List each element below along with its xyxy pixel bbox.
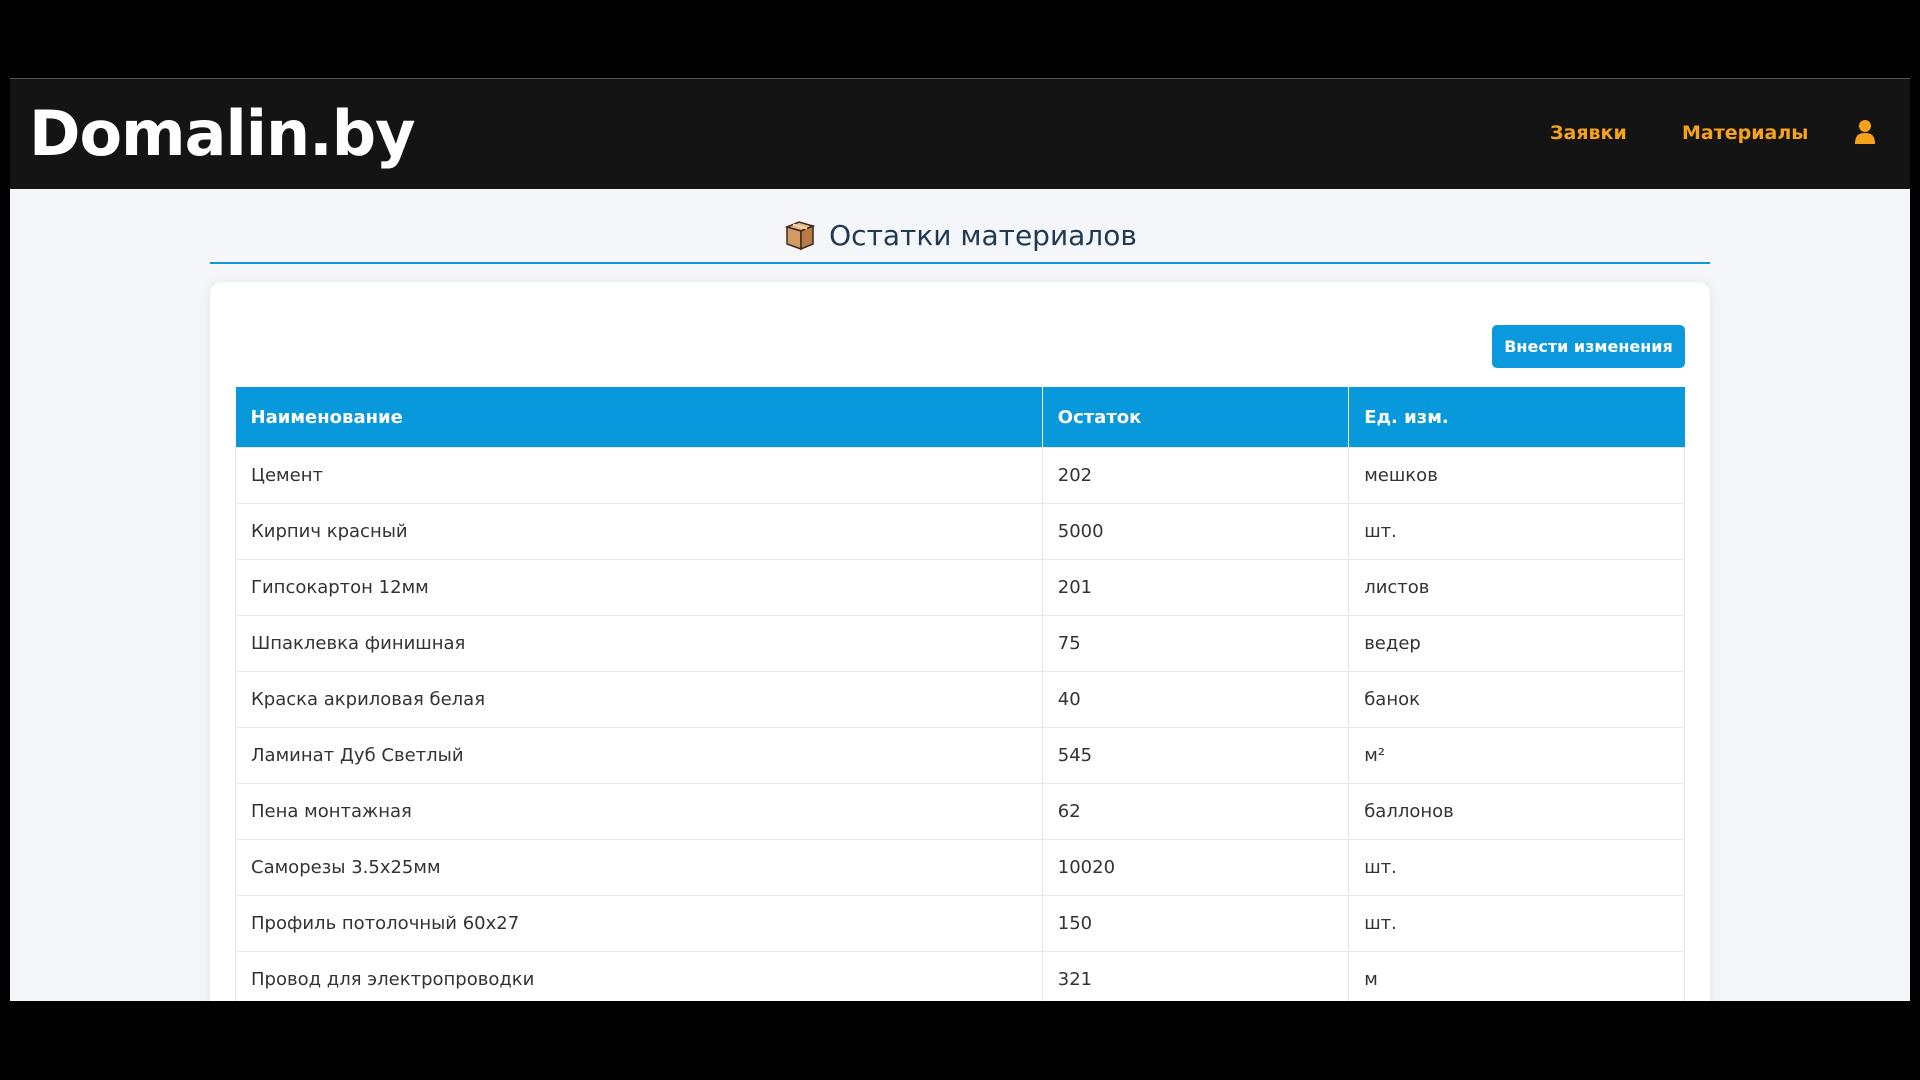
cell-quantity: 62 [1041, 783, 1350, 840]
cell-unit: банок [1348, 671, 1685, 728]
materials-card: Внести изменения Наименование Остаток Ед… [210, 282, 1710, 1001]
table-row[interactable]: Ламинат Дуб Светлый 545 м² [235, 727, 1685, 784]
cell-name: Саморезы 3.5x25мм [235, 839, 1043, 896]
nav-link-orders[interactable]: Заявки [1550, 121, 1627, 145]
cell-name: Пена монтажная [235, 783, 1043, 840]
cell-unit: м [1348, 951, 1685, 1001]
cell-name: Профиль потолочный 60x27 [235, 895, 1043, 952]
cell-unit: баллонов [1348, 783, 1685, 840]
cell-quantity: 40 [1041, 671, 1350, 728]
cell-name: Гипсокартон 12мм [235, 559, 1043, 616]
brand-logo[interactable]: Domalin.by [29, 99, 415, 169]
table-row[interactable]: Кирпич красный 5000 шт. [235, 503, 1685, 560]
top-navbar: Domalin.by Заявки Материалы [10, 79, 1910, 189]
column-header-quantity[interactable]: Остаток [1042, 387, 1350, 448]
table-row[interactable]: Саморезы 3.5x25мм 10020 шт. [235, 839, 1685, 896]
cell-quantity: 10020 [1041, 839, 1350, 896]
cell-quantity: 75 [1041, 615, 1350, 672]
column-header-unit[interactable]: Ед. изм. [1348, 387, 1685, 448]
app-screen: Domalin.by Заявки Материалы Остатки мате… [10, 78, 1910, 1001]
table-row[interactable]: Цемент 202 мешков [235, 447, 1685, 504]
user-icon[interactable] [1854, 119, 1876, 145]
nav-link-materials[interactable]: Материалы [1682, 121, 1808, 145]
cell-name: Ламинат Дуб Светлый [235, 727, 1043, 784]
cell-quantity: 201 [1041, 559, 1350, 616]
cell-quantity: 5000 [1041, 503, 1350, 560]
cell-unit: мешков [1348, 447, 1685, 504]
table-row[interactable]: Шпаклевка финишная 75 ведер [235, 615, 1685, 672]
cell-name: Цемент [235, 447, 1043, 504]
table-row[interactable]: Пена монтажная 62 баллонов [235, 783, 1685, 840]
table-row[interactable]: Провод для электропроводки 321 м [235, 951, 1685, 1001]
cell-quantity: 150 [1041, 895, 1350, 952]
cell-unit: шт. [1348, 503, 1685, 560]
materials-table: Наименование Остаток Ед. изм. Цемент 202… [235, 387, 1685, 1001]
title-divider [210, 262, 1710, 264]
table-row[interactable]: Профиль потолочный 60x27 150 шт. [235, 895, 1685, 952]
edit-materials-button[interactable]: Внести изменения [1492, 325, 1685, 368]
column-header-name[interactable]: Наименование [235, 387, 1043, 448]
table-header-row: Наименование Остаток Ед. изм. [235, 387, 1685, 448]
cell-unit: шт. [1348, 839, 1685, 896]
cell-name: Шпаклевка финишная [235, 615, 1043, 672]
cell-unit: ведер [1348, 615, 1685, 672]
table-row[interactable]: Краска акриловая белая 40 банок [235, 671, 1685, 728]
cell-name: Краска акриловая белая [235, 671, 1043, 728]
box-icon [784, 221, 816, 251]
cell-name: Провод для электропроводки [235, 951, 1043, 1001]
table-row[interactable]: Гипсокартон 12мм 201 листов [235, 559, 1685, 616]
page-title: Остатки материалов [829, 218, 1137, 252]
cell-quantity: 545 [1041, 727, 1350, 784]
cell-unit: шт. [1348, 895, 1685, 952]
cell-unit: листов [1348, 559, 1685, 616]
cell-name: Кирпич красный [235, 503, 1043, 560]
cell-quantity: 321 [1041, 951, 1350, 1001]
cell-quantity: 202 [1041, 447, 1350, 504]
page-heading: Остатки материалов [210, 199, 1710, 271]
cell-unit: м² [1348, 727, 1685, 784]
